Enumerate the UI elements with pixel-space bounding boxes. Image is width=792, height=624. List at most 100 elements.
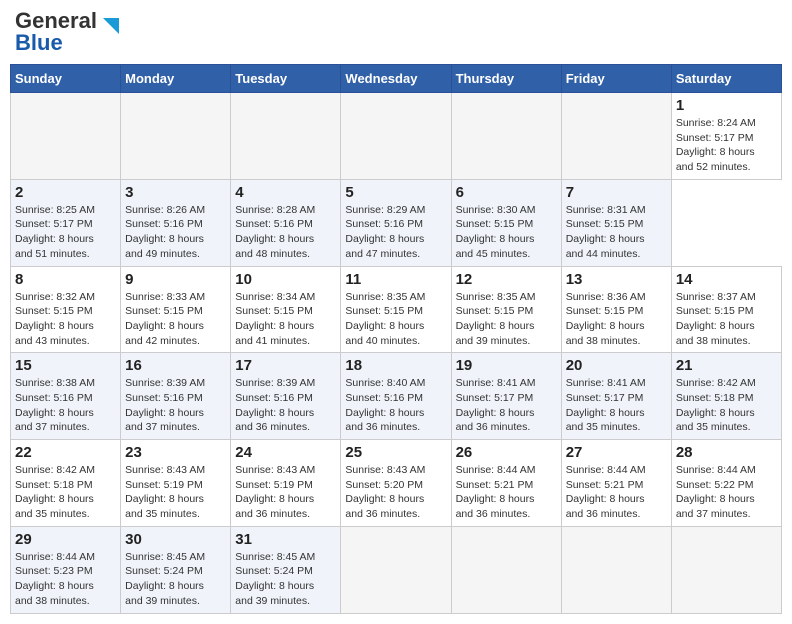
day-info: Sunrise: 8:30 AM Sunset: 5:15 PM Dayligh… [456,203,557,262]
column-header-thursday: Thursday [451,65,561,93]
day-number: 24 [235,444,336,461]
day-info: Sunrise: 8:29 AM Sunset: 5:16 PM Dayligh… [345,203,446,262]
day-number: 25 [345,444,446,461]
calendar-table: SundayMondayTuesdayWednesdayThursdayFrid… [10,64,782,614]
day-info: Sunrise: 8:38 AM Sunset: 5:16 PM Dayligh… [15,376,116,435]
calendar-cell: 27Sunrise: 8:44 AM Sunset: 5:21 PM Dayli… [561,440,671,527]
column-header-sunday: Sunday [11,65,121,93]
day-info: Sunrise: 8:44 AM Sunset: 5:21 PM Dayligh… [566,463,667,522]
day-info: Sunrise: 8:39 AM Sunset: 5:16 PM Dayligh… [235,376,336,435]
calendar-cell: 5 Sunrise: 8:29 AM Sunset: 5:16 PM Daylig… [341,179,451,266]
day-number: 1 [676,97,777,114]
logo-blue: Blue [15,30,63,55]
calendar-cell: 12 Sunrise: 8:35 AM Sunset: 5:15 PM Dayli… [451,266,561,353]
day-info: Sunrise: 8:41 AM Sunset: 5:17 PM Dayligh… [566,376,667,435]
day-number: 8 [15,271,116,288]
day-number: 22 [15,444,116,461]
calendar-cell [451,93,561,180]
day-number: 23 [125,444,226,461]
calendar-cell: 31 Sunrise: 8:45 AM Sunset: 5:24 PM Dayli… [231,526,341,613]
calendar-cell [341,93,451,180]
calendar-cell [231,93,341,180]
calendar-cell [121,93,231,180]
calendar-cell [671,526,781,613]
calendar-cell: 9Sunrise: 8:33 AM Sunset: 5:15 PM Daylig… [121,266,231,353]
day-number: 21 [676,357,777,374]
day-number: 7 [566,184,667,201]
day-number: 29 [15,531,116,548]
day-number: 11 [345,271,446,288]
calendar-cell: 26 Sunrise: 8:44 AM Sunset: 5:21 PM Dayli… [451,440,561,527]
page-header: General Blue [10,10,782,54]
day-number: 12 [456,271,557,288]
calendar-cell: 16 Sunrise: 8:39 AM Sunset: 5:16 PM Dayli… [121,353,231,440]
calendar-cell: 24 Sunrise: 8:43 AM Sunset: 5:19 PM Dayli… [231,440,341,527]
column-header-tuesday: Tuesday [231,65,341,93]
calendar-header-row: SundayMondayTuesdayWednesdayThursdayFrid… [11,65,782,93]
day-info: Sunrise: 8:41 AM Sunset: 5:17 PM Dayligh… [456,376,557,435]
calendar-cell: 10Sunrise: 8:34 AM Sunset: 5:15 PM Dayli… [231,266,341,353]
day-number: 3 [125,184,226,201]
day-info: Sunrise: 8:44 AM Sunset: 5:21 PM Dayligh… [456,463,557,522]
calendar-cell: 14 Sunrise: 8:37 AM Sunset: 5:15 PM Dayli… [671,266,781,353]
day-number: 26 [456,444,557,461]
day-info: Sunrise: 8:43 AM Sunset: 5:19 PM Dayligh… [235,463,336,522]
calendar-week-row: 15Sunrise: 8:38 AM Sunset: 5:16 PM Dayli… [11,353,782,440]
calendar-cell: 3 Sunrise: 8:26 AM Sunset: 5:16 PM Daylig… [121,179,231,266]
day-info: Sunrise: 8:32 AM Sunset: 5:15 PM Dayligh… [15,290,116,349]
calendar-body: 1 Sunrise: 8:24 AM Sunset: 5:17 PM Daylig… [11,93,782,614]
calendar-cell [451,526,561,613]
calendar-cell: 23 Sunrise: 8:43 AM Sunset: 5:19 PM Dayli… [121,440,231,527]
calendar-cell: 2Sunrise: 8:25 AM Sunset: 5:17 PM Daylig… [11,179,121,266]
day-number: 18 [345,357,446,374]
calendar-cell: 25Sunrise: 8:43 AM Sunset: 5:20 PM Dayli… [341,440,451,527]
day-info: Sunrise: 8:45 AM Sunset: 5:24 PM Dayligh… [235,550,336,609]
calendar-week-row: 22Sunrise: 8:42 AM Sunset: 5:18 PM Dayli… [11,440,782,527]
logo: General Blue [15,10,121,54]
day-number: 4 [235,184,336,201]
day-number: 17 [235,357,336,374]
calendar-cell: 20 Sunrise: 8:41 AM Sunset: 5:17 PM Dayli… [561,353,671,440]
day-info: Sunrise: 8:24 AM Sunset: 5:17 PM Dayligh… [676,116,777,175]
day-number: 5 [345,184,446,201]
calendar-cell: 15Sunrise: 8:38 AM Sunset: 5:16 PM Dayli… [11,353,121,440]
day-info: Sunrise: 8:25 AM Sunset: 5:17 PM Dayligh… [15,203,116,262]
day-number: 16 [125,357,226,374]
calendar-cell: 7 Sunrise: 8:31 AM Sunset: 5:15 PM Daylig… [561,179,671,266]
day-info: Sunrise: 8:35 AM Sunset: 5:15 PM Dayligh… [345,290,446,349]
calendar-cell: 17 Sunrise: 8:39 AM Sunset: 5:16 PM Dayli… [231,353,341,440]
calendar-cell: 22Sunrise: 8:42 AM Sunset: 5:18 PM Dayli… [11,440,121,527]
calendar-cell [561,526,671,613]
calendar-week-row: 1 Sunrise: 8:24 AM Sunset: 5:17 PM Daylig… [11,93,782,180]
day-info: Sunrise: 8:40 AM Sunset: 5:16 PM Dayligh… [345,376,446,435]
day-info: Sunrise: 8:31 AM Sunset: 5:15 PM Dayligh… [566,203,667,262]
day-info: Sunrise: 8:37 AM Sunset: 5:15 PM Dayligh… [676,290,777,349]
calendar-cell: 6Sunrise: 8:30 AM Sunset: 5:15 PM Daylig… [451,179,561,266]
calendar-cell: 18 Sunrise: 8:40 AM Sunset: 5:16 PM Dayli… [341,353,451,440]
day-number: 10 [235,271,336,288]
calendar-cell [11,93,121,180]
day-info: Sunrise: 8:39 AM Sunset: 5:16 PM Dayligh… [125,376,226,435]
calendar-cell [341,526,451,613]
day-number: 20 [566,357,667,374]
day-number: 19 [456,357,557,374]
day-info: Sunrise: 8:43 AM Sunset: 5:19 PM Dayligh… [125,463,226,522]
day-info: Sunrise: 8:26 AM Sunset: 5:16 PM Dayligh… [125,203,226,262]
calendar-cell: 4Sunrise: 8:28 AM Sunset: 5:16 PM Daylig… [231,179,341,266]
logo-text: General Blue [15,10,97,54]
column-header-friday: Friday [561,65,671,93]
calendar-cell: 30Sunrise: 8:45 AM Sunset: 5:24 PM Dayli… [121,526,231,613]
calendar-cell: 1 Sunrise: 8:24 AM Sunset: 5:17 PM Daylig… [671,93,781,180]
calendar-cell: 19 Sunrise: 8:41 AM Sunset: 5:17 PM Dayli… [451,353,561,440]
calendar-cell: 21Sunrise: 8:42 AM Sunset: 5:18 PM Dayli… [671,353,781,440]
calendar-cell: 13Sunrise: 8:36 AM Sunset: 5:15 PM Dayli… [561,266,671,353]
column-header-saturday: Saturday [671,65,781,93]
day-number: 14 [676,271,777,288]
day-info: Sunrise: 8:36 AM Sunset: 5:15 PM Dayligh… [566,290,667,349]
day-info: Sunrise: 8:45 AM Sunset: 5:24 PM Dayligh… [125,550,226,609]
day-number: 31 [235,531,336,548]
calendar-cell: 11 Sunrise: 8:35 AM Sunset: 5:15 PM Dayli… [341,266,451,353]
day-info: Sunrise: 8:35 AM Sunset: 5:15 PM Dayligh… [456,290,557,349]
day-number: 28 [676,444,777,461]
day-number: 9 [125,271,226,288]
